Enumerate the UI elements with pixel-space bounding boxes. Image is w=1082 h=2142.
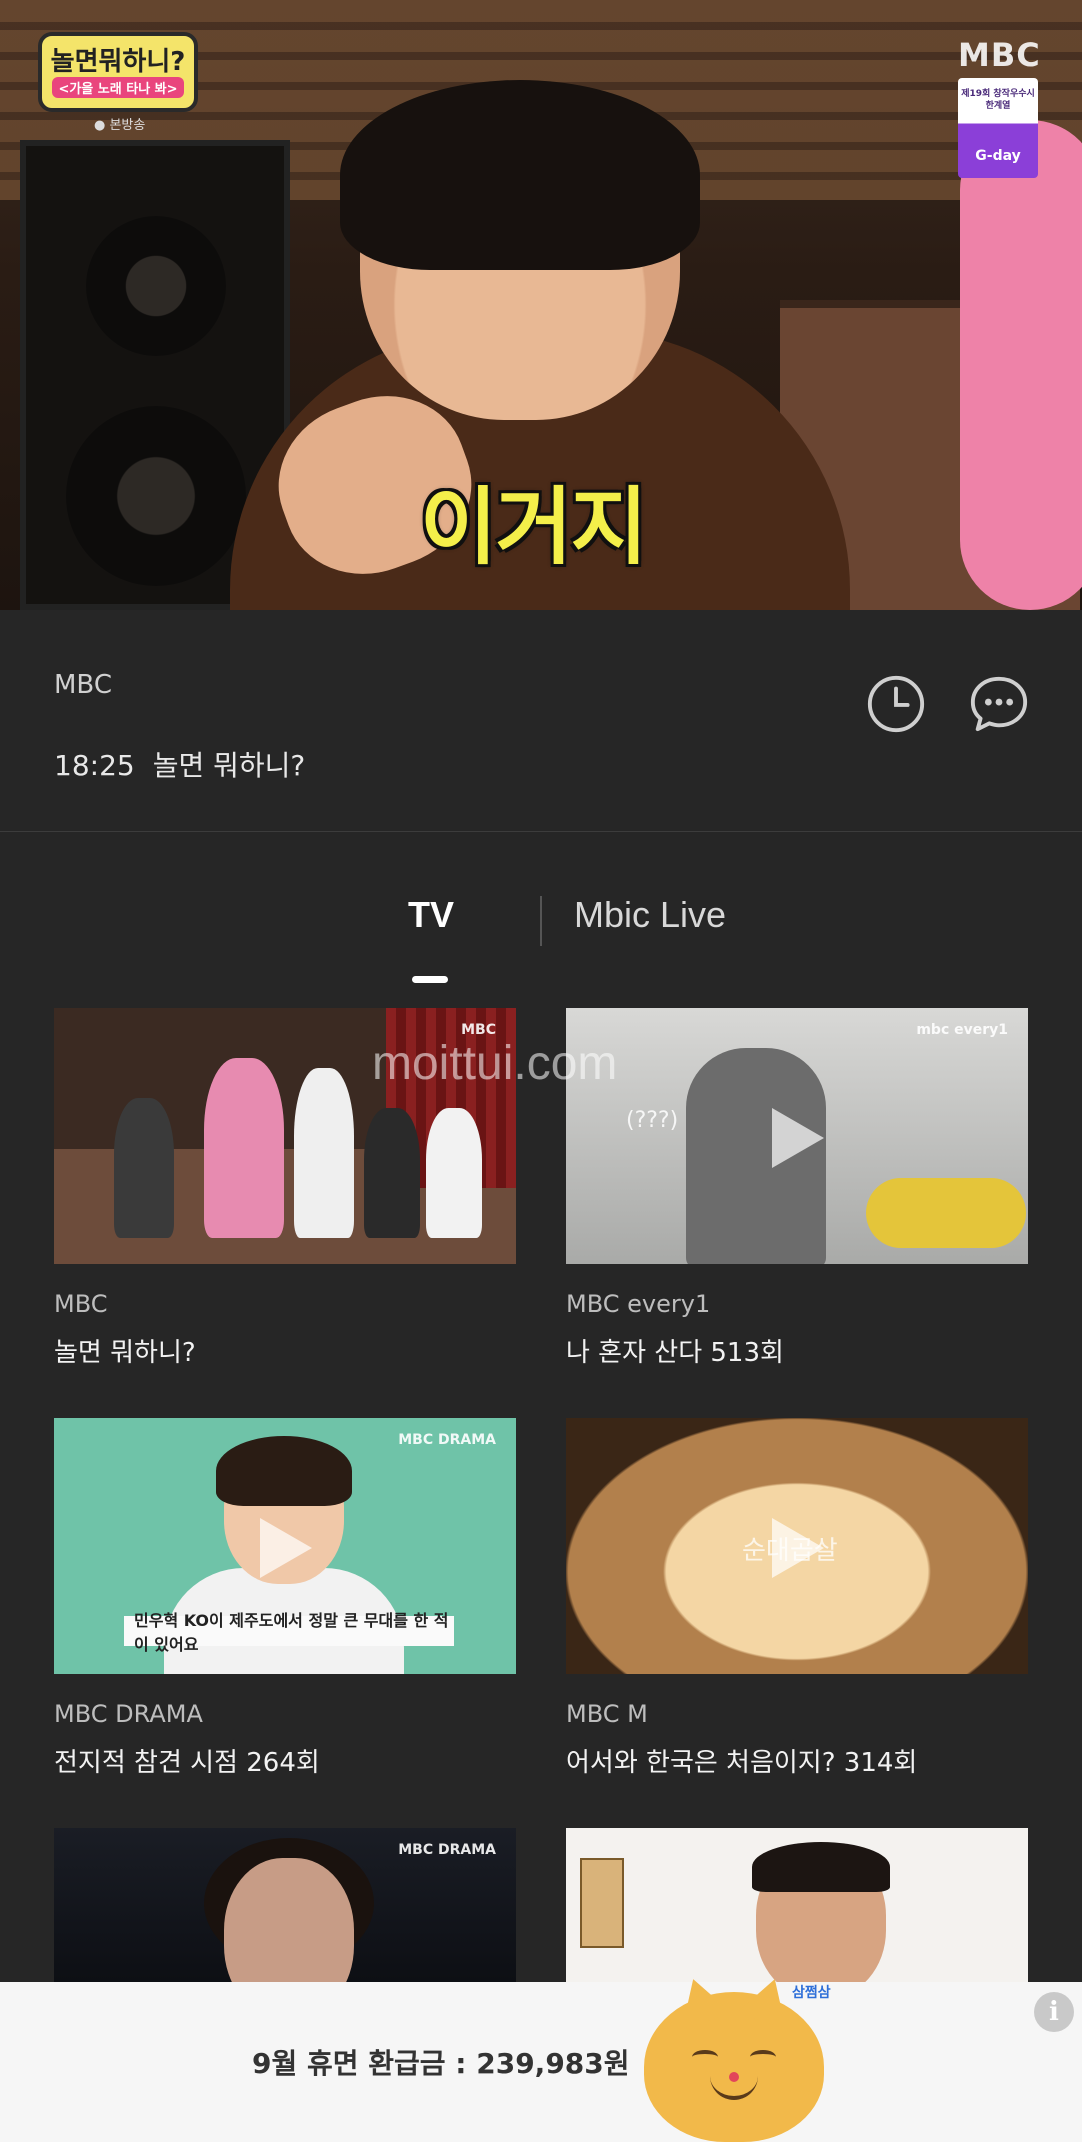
now-playing-info: MBC 18:25 놀면 뭐하니? bbox=[0, 610, 1082, 832]
channel-thumbnail[interactable]: 민우혁 KO이 제주도에서 정말 큰 무대를 한 적이 있어요 MBC DRAM… bbox=[54, 1418, 516, 1674]
video-player[interactable]: 놀면뭐하니? <가을 노래 타나 봐> ● 본방송 MBC 제19회 창작우수시… bbox=[0, 0, 1082, 610]
channel-thumbnail[interactable]: mbc every1 (???) bbox=[566, 1008, 1028, 1264]
guest-arm bbox=[960, 120, 1082, 610]
chat-bubble-icon bbox=[970, 676, 1028, 732]
card-channel-name: MBC bbox=[54, 1290, 108, 1318]
mbic-app-screen: 놀면뭐하니? <가을 노래 타나 봐> ● 본방송 MBC 제19회 창작우수시… bbox=[0, 0, 1082, 2142]
active-tab-indicator bbox=[412, 976, 448, 983]
play-icon bbox=[772, 1518, 824, 1578]
face bbox=[224, 1858, 354, 1982]
thumbnail-channel-bug: mbc every1 bbox=[916, 1022, 1008, 1038]
hair bbox=[216, 1436, 352, 1506]
bananas bbox=[866, 1178, 1026, 1248]
channel-card-mbc-drama[interactable]: 민우혁 KO이 제주도에서 정말 큰 무대를 한 적이 있어요 MBC DRAM… bbox=[54, 1418, 516, 1779]
program-title: 놀면 뭐하니? bbox=[152, 749, 306, 782]
tab-tv[interactable]: TV bbox=[408, 894, 454, 936]
site-watermark: moittui.com bbox=[372, 1037, 618, 1090]
cast-member bbox=[294, 1068, 354, 1238]
current-channel: MBC bbox=[54, 670, 112, 700]
program-time: 18:25 bbox=[54, 749, 135, 782]
channel-thumbnail[interactable]: MBC DRAMA bbox=[54, 1828, 516, 1982]
channel-card-mbc-m[interactable]: 순대곱살 MBC M 어서와 한국은 처음이지? 314회 bbox=[566, 1418, 1028, 1779]
card-channel-name: MBC every1 bbox=[566, 1290, 711, 1318]
video-caption: 이거지 bbox=[420, 478, 648, 576]
thumbnail-scene bbox=[566, 1828, 1028, 1982]
ad-headline: 9월 휴면 환급금 : 239,983원 bbox=[252, 2047, 630, 2080]
card-program-title: 놀면 뭐하니? bbox=[54, 1338, 196, 1368]
card-program-title: 어서와 한국은 처음이지? 314회 bbox=[566, 1748, 918, 1778]
promo-badge: 제19회 창작우수시한계열 G-day bbox=[958, 78, 1038, 178]
cast-member bbox=[114, 1098, 174, 1238]
show-logo-title: 놀면뭐하니? bbox=[50, 46, 186, 77]
card-program-title: 나 혼자 산다 513회 bbox=[566, 1338, 784, 1368]
card-channel-name: MBC M bbox=[566, 1700, 648, 1728]
thumbnail-caption: (???) bbox=[626, 1108, 679, 1133]
card-channel-name: MBC DRAMA bbox=[54, 1700, 203, 1728]
channel-watermark: MBC bbox=[958, 36, 1041, 74]
clock-icon bbox=[867, 675, 925, 733]
show-logo: 놀면뭐하니? <가을 노래 타나 봐> bbox=[38, 32, 198, 112]
cast-member bbox=[426, 1108, 482, 1238]
thumbnail-channel-bug: MBC DRAMA bbox=[398, 1842, 496, 1858]
channel-card-5[interactable]: MBC DRAMA bbox=[54, 1828, 516, 1982]
channel-card-mbc-every1[interactable]: mbc every1 (???) MBC every1 나 혼자 산다 513회 bbox=[566, 1008, 1028, 1369]
play-icon bbox=[772, 1108, 824, 1168]
mascot-eye bbox=[750, 2050, 776, 2064]
channel-thumbnail[interactable] bbox=[566, 1828, 1028, 1982]
channel-card-6[interactable] bbox=[566, 1828, 1028, 1982]
card-program-title: 전지적 참견 시점 264회 bbox=[54, 1748, 320, 1778]
live-broadcast-badge: ● 본방송 bbox=[94, 118, 146, 133]
promo-line-2: G-day bbox=[975, 148, 1021, 164]
promo-line-1: 제19회 창작우수시한계열 bbox=[961, 89, 1035, 111]
mascot-mouth bbox=[710, 2076, 758, 2100]
schedule-button[interactable] bbox=[848, 656, 944, 752]
tab-mbic-live[interactable]: Mbic Live bbox=[574, 894, 726, 936]
cast-member bbox=[204, 1058, 284, 1238]
current-program: 18:25 놀면 뭐하니? bbox=[54, 744, 305, 784]
tab-divider bbox=[540, 896, 542, 946]
cast-member bbox=[364, 1108, 420, 1238]
show-logo-subtitle: <가을 노래 타나 봐> bbox=[52, 76, 184, 98]
hair bbox=[752, 1842, 890, 1892]
ad-brand: 삼쩜삼 bbox=[792, 1985, 831, 2001]
host-hair bbox=[340, 80, 700, 270]
restaurant-sign bbox=[580, 1858, 624, 1948]
play-icon bbox=[260, 1518, 312, 1578]
info-icon[interactable]: i bbox=[1034, 1992, 1074, 2032]
thumbnail-channel-bug: MBC DRAMA bbox=[398, 1432, 496, 1448]
mascot-eye bbox=[692, 2050, 718, 2064]
thumbnail-subtitle: 민우혁 KO이 제주도에서 정말 큰 무대를 한 적이 있어요 bbox=[124, 1611, 454, 1654]
ad-banner[interactable]: 9월 휴면 환급금 : 239,983원 삼쩜삼 i bbox=[0, 1971, 1082, 2142]
channel-tabs: TV Mbic Live bbox=[0, 832, 1082, 1002]
cat-mascot-icon bbox=[644, 1971, 824, 2142]
channel-thumbnail[interactable]: 순대곱살 bbox=[566, 1418, 1028, 1674]
chat-button[interactable] bbox=[951, 656, 1047, 752]
